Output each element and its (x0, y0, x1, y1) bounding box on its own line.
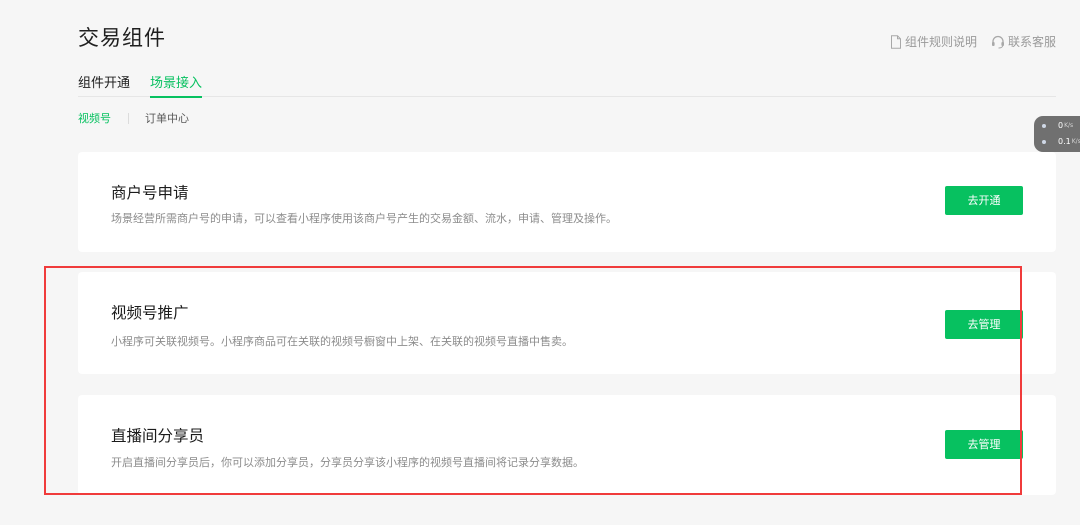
card-description: 场景经营所需商户号的申请，可以查看小程序使用该商户号产生的交易金额、流水，申请、… (111, 212, 617, 225)
card-merchant-account: 商户号申请 场景经营所需商户号的申请，可以查看小程序使用该商户号产生的交易金额、… (78, 152, 1056, 252)
network-speed-widget[interactable]: 0 K/s 0.1 K/s (1034, 116, 1080, 152)
download-speed-value: 0.1 (1058, 137, 1071, 146)
rules-link[interactable]: 组件规则说明 (890, 33, 977, 50)
subtab-divider (128, 112, 129, 124)
manage-button[interactable]: 去管理 (945, 310, 1023, 339)
subtab-channels[interactable]: 视频号 (78, 110, 111, 126)
rules-link-label: 组件规则说明 (904, 35, 977, 49)
service-link[interactable]: 联系客服 (991, 33, 1056, 50)
manage-button[interactable]: 去管理 (945, 430, 1023, 459)
service-link-label: 联系客服 (1007, 35, 1056, 49)
open-button[interactable]: 去开通 (945, 186, 1023, 215)
download-dot-icon (1042, 139, 1046, 144)
card-live-sharer: 直播间分享员 开启直播间分享员后，你可以添加分享员，分享员分享该小程序的视频号直… (78, 395, 1056, 495)
upload-dot-icon (1042, 123, 1046, 128)
sub-tabs: 视频号 订单中心 (78, 110, 189, 126)
download-speed: 0.1 K/s (1042, 137, 1080, 146)
card-description: 开启直播间分享员后，你可以添加分享员，分享员分享该小程序的视频号直播间将记录分享… (111, 456, 584, 469)
subtab-order-center[interactable]: 订单中心 (145, 110, 189, 126)
upload-speed-unit: K/s (1064, 122, 1074, 129)
page-title: 交易组件 (78, 26, 166, 50)
tab-component-open[interactable]: 组件开通 (78, 72, 130, 97)
card-channels-promotion: 视频号推广 小程序可关联视频号。小程序商品可在关联的视频号橱窗中上架、在关联的视… (78, 272, 1056, 374)
card-description: 小程序可关联视频号。小程序商品可在关联的视频号橱窗中上架、在关联的视频号直播中售… (111, 335, 573, 348)
upload-speed-value: 0 (1058, 121, 1064, 130)
card-title: 直播间分享员 (111, 427, 205, 445)
card-title: 商户号申请 (111, 184, 189, 202)
card-title: 视频号推广 (111, 304, 189, 322)
header-links: 组件规则说明 联系客服 (890, 33, 1056, 50)
tab-scene-access[interactable]: 场景接入 (150, 72, 203, 98)
upload-speed: 0 K/s (1042, 121, 1073, 130)
document-icon (890, 34, 902, 49)
main-tabs: 组件开通 场景接入 (78, 72, 1056, 98)
download-speed-unit: K/s (1071, 138, 1080, 145)
headset-icon (991, 35, 1005, 49)
